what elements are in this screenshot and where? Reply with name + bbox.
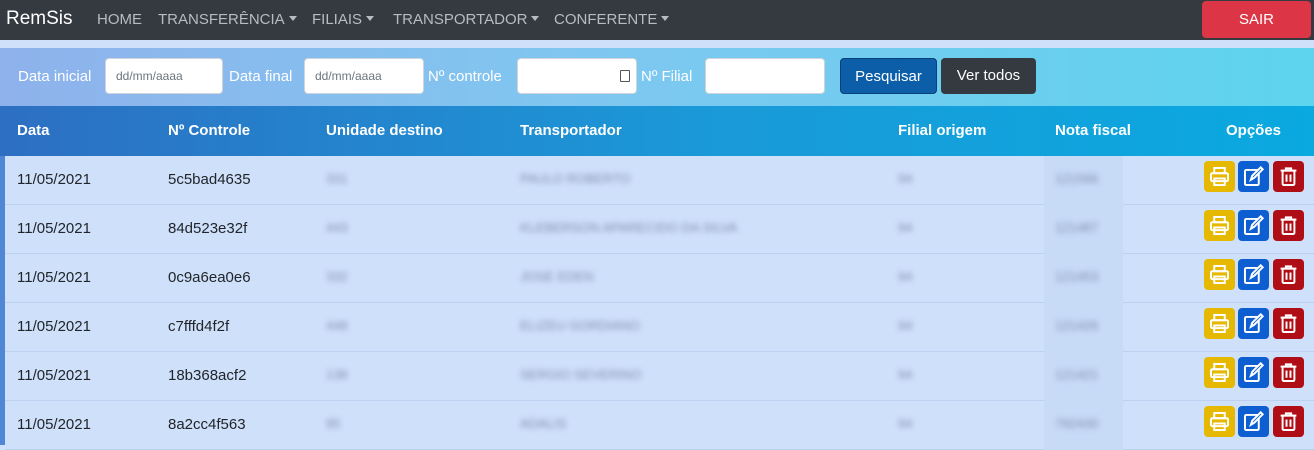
cell-data: 11/05/2021 bbox=[17, 220, 91, 237]
filter-bar: Data inicial dd/mm/aaaa Data final dd/mm… bbox=[0, 48, 1314, 106]
table-header: Data Nº Controle Unidade destino Transpo… bbox=[0, 106, 1314, 159]
cell-filial-origem: 94 bbox=[898, 416, 913, 431]
delete-button[interactable] bbox=[1273, 259, 1304, 290]
delete-button[interactable] bbox=[1273, 210, 1304, 241]
cell-unidade-destino: 443 bbox=[326, 220, 348, 235]
cell-transportador: KLEBERSON APARECIDO DA SILVA bbox=[520, 220, 738, 235]
caret-down-icon bbox=[288, 16, 297, 21]
cell-transportador: PAULO ROBERTO bbox=[520, 171, 631, 186]
cell-filial-origem: 94 bbox=[898, 220, 913, 235]
cell-controle: 84d523e32f bbox=[168, 220, 248, 237]
edit-button[interactable] bbox=[1238, 406, 1269, 437]
cell-transportador: SERGIO SEVERINO bbox=[520, 367, 642, 382]
control-label: Nº controle bbox=[428, 68, 502, 85]
nav-transportador-label: TRANSPORTADOR bbox=[393, 11, 528, 28]
edit-button[interactable] bbox=[1238, 161, 1269, 192]
cell-controle: 8a2cc4f563 bbox=[168, 416, 246, 433]
cell-filial-origem: 94 bbox=[898, 269, 913, 284]
header-nota-fiscal[interactable]: Nota fiscal bbox=[1055, 122, 1131, 139]
cell-nota-fiscal: 121421 bbox=[1055, 367, 1099, 382]
logout-button[interactable]: SAIR bbox=[1202, 1, 1311, 38]
cell-controle: c7fffd4f2f bbox=[168, 318, 230, 335]
brand-logo[interactable]: RemSis bbox=[6, 8, 73, 30]
cell-transportador: ELIZEU GORDIANO bbox=[520, 318, 640, 333]
search-button[interactable]: Pesquisar bbox=[840, 58, 937, 94]
caret-down-icon bbox=[661, 16, 670, 21]
edit-button[interactable] bbox=[1238, 357, 1269, 388]
header-transportador[interactable]: Transportador bbox=[520, 122, 622, 139]
cell-data: 11/05/2021 bbox=[17, 171, 91, 188]
cell-controle: 5c5bad4635 bbox=[168, 171, 251, 188]
cell-unidade-destino: 331 bbox=[326, 171, 348, 186]
branch-label: Nº Filial bbox=[641, 68, 693, 85]
date-start-label: Data inicial bbox=[18, 68, 92, 85]
header-unidade-destino[interactable]: Unidade destino bbox=[326, 122, 443, 139]
table-row[interactable]: 11/05/2021 0c9a6ea0e6 332 JOSE EDEN 94 121453 bbox=[5, 254, 1314, 303]
date-end-label: Data final bbox=[229, 68, 293, 85]
cell-data: 11/05/2021 bbox=[17, 416, 91, 433]
calendar-icon[interactable] bbox=[620, 70, 630, 82]
nav-transferencia-label: TRANSFERÊNCIA bbox=[158, 11, 285, 28]
nav-conferente-label: CONFERENTE bbox=[554, 11, 658, 28]
header-data[interactable]: Data bbox=[17, 122, 50, 139]
delete-button[interactable] bbox=[1273, 406, 1304, 437]
nav-transferencia-dropdown[interactable]: TRANSFERÊNCIA bbox=[158, 11, 297, 28]
cell-nota-fiscal: 792430 bbox=[1055, 416, 1099, 431]
control-input[interactable] bbox=[517, 58, 637, 94]
cell-filial-origem: 94 bbox=[898, 171, 913, 186]
print-button[interactable] bbox=[1204, 161, 1235, 192]
caret-down-icon bbox=[531, 16, 540, 21]
header-controle[interactable]: Nº Controle bbox=[168, 122, 250, 139]
cell-nota-fiscal: 121453 bbox=[1055, 269, 1099, 284]
cell-controle: 18b368acf2 bbox=[168, 367, 247, 384]
delete-button[interactable] bbox=[1273, 161, 1304, 192]
cell-nota-fiscal: 121566 bbox=[1055, 171, 1099, 186]
nav-home-label: HOME bbox=[97, 11, 142, 28]
print-button[interactable] bbox=[1204, 308, 1235, 339]
cell-data: 11/05/2021 bbox=[17, 367, 91, 384]
nav-filiais-dropdown[interactable]: FILIAIS bbox=[312, 11, 375, 28]
table-row[interactable]: 11/05/2021 5c5bad4635 331 PAULO ROBERTO 94 12… bbox=[5, 156, 1314, 205]
cell-filial-origem: 94 bbox=[898, 367, 913, 382]
cell-nota-fiscal: 121426 bbox=[1055, 318, 1099, 333]
delete-button[interactable] bbox=[1273, 308, 1304, 339]
cell-transportador: ADALIS bbox=[520, 416, 567, 431]
top-navbar: RemSis HOME TRANSFERÊNCIA FILIAIS TRANSP… bbox=[0, 0, 1314, 40]
cell-transportador: JOSE EDEN bbox=[520, 269, 594, 284]
table-row[interactable]: 11/05/2021 8a2cc4f563 95 ADALIS 94 792430 bbox=[5, 401, 1314, 450]
cell-nota-fiscal: 121487 bbox=[1055, 220, 1099, 235]
print-button[interactable] bbox=[1204, 259, 1235, 290]
caret-down-icon bbox=[366, 16, 375, 21]
edit-button[interactable] bbox=[1238, 259, 1269, 290]
print-button[interactable] bbox=[1204, 406, 1235, 437]
cell-filial-origem: 94 bbox=[898, 318, 913, 333]
table-row[interactable]: 11/05/2021 84d523e32f 443 KLEBERSON APARECI… bbox=[5, 205, 1314, 254]
date-end-input[interactable]: dd/mm/aaaa bbox=[304, 58, 424, 94]
header-filial-origem[interactable]: Filial origem bbox=[898, 122, 986, 139]
cell-data: 11/05/2021 bbox=[17, 269, 91, 286]
nav-conferente-dropdown[interactable]: CONFERENTE bbox=[554, 11, 670, 28]
cell-unidade-destino: 448 bbox=[326, 318, 348, 333]
cell-data: 11/05/2021 bbox=[17, 318, 91, 335]
cell-unidade-destino: 95 bbox=[326, 416, 341, 431]
nav-filiais-label: FILIAIS bbox=[312, 11, 363, 28]
view-all-button[interactable]: Ver todos bbox=[941, 58, 1036, 94]
header-opcoes: Opções bbox=[1226, 122, 1282, 139]
delete-button[interactable] bbox=[1273, 357, 1304, 388]
print-button[interactable] bbox=[1204, 357, 1235, 388]
branch-input[interactable] bbox=[705, 58, 825, 94]
date-start-input[interactable]: dd/mm/aaaa bbox=[105, 58, 223, 94]
cell-unidade-destino: 138 bbox=[326, 367, 348, 382]
cell-unidade-destino: 332 bbox=[326, 269, 348, 284]
table-body: 11/05/2021 5c5bad4635 331 PAULO ROBERTO 94 12… bbox=[0, 156, 1314, 450]
nav-transportador-dropdown[interactable]: TRANSPORTADOR bbox=[393, 11, 540, 28]
table-row[interactable]: 11/05/2021 18b368acf2 138 SERGIO SEVERINO 94… bbox=[5, 352, 1314, 401]
edit-button[interactable] bbox=[1238, 210, 1269, 241]
nav-home[interactable]: HOME bbox=[97, 11, 142, 28]
print-button[interactable] bbox=[1204, 210, 1235, 241]
table-row[interactable]: 11/05/2021 c7fffd4f2f 448 ELIZEU GORDIANO 94… bbox=[5, 303, 1314, 352]
cell-controle: 0c9a6ea0e6 bbox=[168, 269, 251, 286]
edit-button[interactable] bbox=[1238, 308, 1269, 339]
